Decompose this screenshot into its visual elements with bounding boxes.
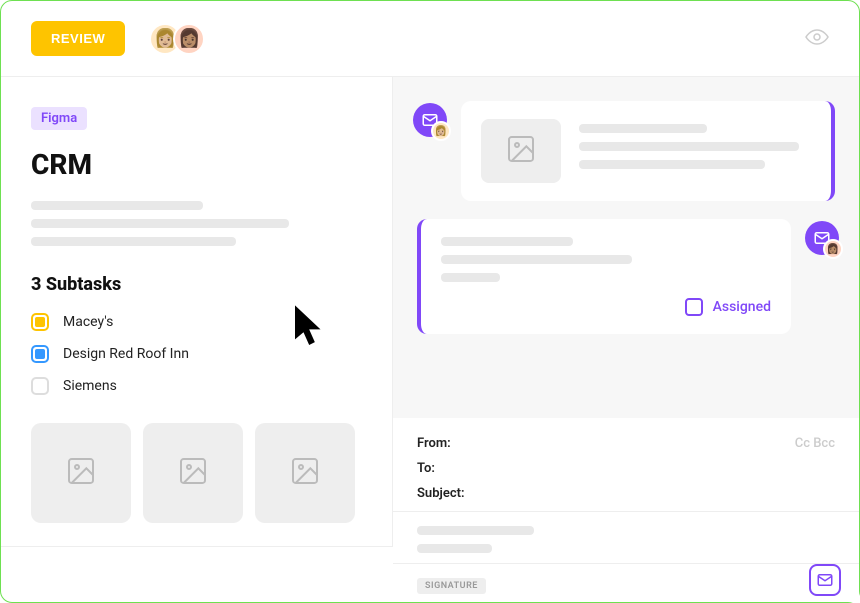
subtask-item[interactable]: Siemens — [31, 377, 362, 395]
avatar[interactable]: 👩🏽 — [173, 23, 205, 55]
to-label: To: — [417, 461, 435, 476]
mail-badge-icon: 👩🏽 — [805, 221, 839, 255]
left-panel: Figma CRM 3 Subtasks Macey's Design Red … — [1, 77, 393, 547]
text-placeholder — [31, 237, 236, 246]
compose-panel: From: Cc Bcc To: Subject: SIGNATURE — [393, 418, 859, 602]
attachment-thumb[interactable] — [31, 423, 131, 523]
send-button[interactable] — [809, 564, 841, 596]
cc-button[interactable]: Cc — [795, 436, 810, 451]
message-text-placeholder — [441, 237, 771, 282]
divider — [393, 563, 859, 564]
checkbox-icon[interactable] — [31, 377, 49, 395]
text-placeholder — [31, 201, 203, 210]
bcc-button[interactable]: Bcc — [813, 436, 835, 451]
avatar: 👩🏼 — [431, 121, 451, 141]
attachment-thumb[interactable] — [143, 423, 243, 523]
compose-body-placeholder[interactable] — [417, 526, 835, 553]
checkbox-icon[interactable] — [685, 298, 703, 316]
divider — [393, 511, 859, 512]
message-card[interactable]: 👩🏽 Assigned — [417, 219, 791, 334]
text-placeholder — [31, 219, 289, 228]
cc-bcc-group[interactable]: Cc Bcc — [795, 436, 835, 451]
assigned-toggle[interactable]: Assigned — [441, 298, 771, 316]
attachment-thumb[interactable] — [255, 423, 355, 523]
compose-subject-row[interactable]: Subject: — [417, 486, 835, 501]
subject-label: Subject: — [417, 486, 465, 501]
visibility-icon[interactable] — [805, 25, 829, 53]
signature-button[interactable]: SIGNATURE — [417, 578, 486, 594]
subtask-label: Design Red Roof Inn — [63, 346, 189, 362]
checkbox-icon[interactable] — [31, 345, 49, 363]
image-placeholder-icon — [177, 455, 209, 491]
message-text-placeholder — [579, 124, 811, 178]
content-area: Figma CRM 3 Subtasks Macey's Design Red … — [1, 77, 859, 602]
message-body — [481, 119, 811, 183]
image-placeholder-icon — [289, 455, 321, 491]
subtask-label: Macey's — [63, 314, 113, 330]
subtask-item[interactable]: Design Red Roof Inn — [31, 345, 362, 363]
mail-badge-icon: 👩🏼 — [413, 103, 447, 137]
review-button[interactable]: REVIEW — [31, 21, 125, 56]
assigned-label: Assigned — [713, 299, 771, 315]
avatar: 👩🏽 — [823, 239, 843, 259]
checkbox-icon[interactable] — [31, 313, 49, 331]
page-title: CRM — [31, 148, 362, 181]
header: REVIEW 👩🏼 👩🏽 — [1, 1, 859, 77]
compose-from-row[interactable]: From: Cc Bcc — [417, 436, 835, 451]
right-panel: 👩🏼 👩🏽 — [393, 77, 859, 602]
image-placeholder-icon — [65, 455, 97, 491]
header-left-group: REVIEW 👩🏼 👩🏽 — [31, 21, 205, 56]
from-label: From: — [417, 436, 451, 451]
subtasks-heading: 3 Subtasks — [31, 274, 362, 295]
message-thumb — [481, 119, 561, 183]
message-card[interactable]: 👩🏼 — [461, 101, 835, 201]
image-placeholder-icon — [505, 133, 537, 169]
project-tag[interactable]: Figma — [31, 107, 87, 130]
subtask-item[interactable]: Macey's — [31, 313, 362, 331]
attachment-thumbs — [31, 423, 362, 523]
compose-to-row[interactable]: To: — [417, 461, 835, 476]
avatar-stack[interactable]: 👩🏼 👩🏽 — [149, 23, 205, 55]
subtask-label: Siemens — [63, 378, 117, 394]
